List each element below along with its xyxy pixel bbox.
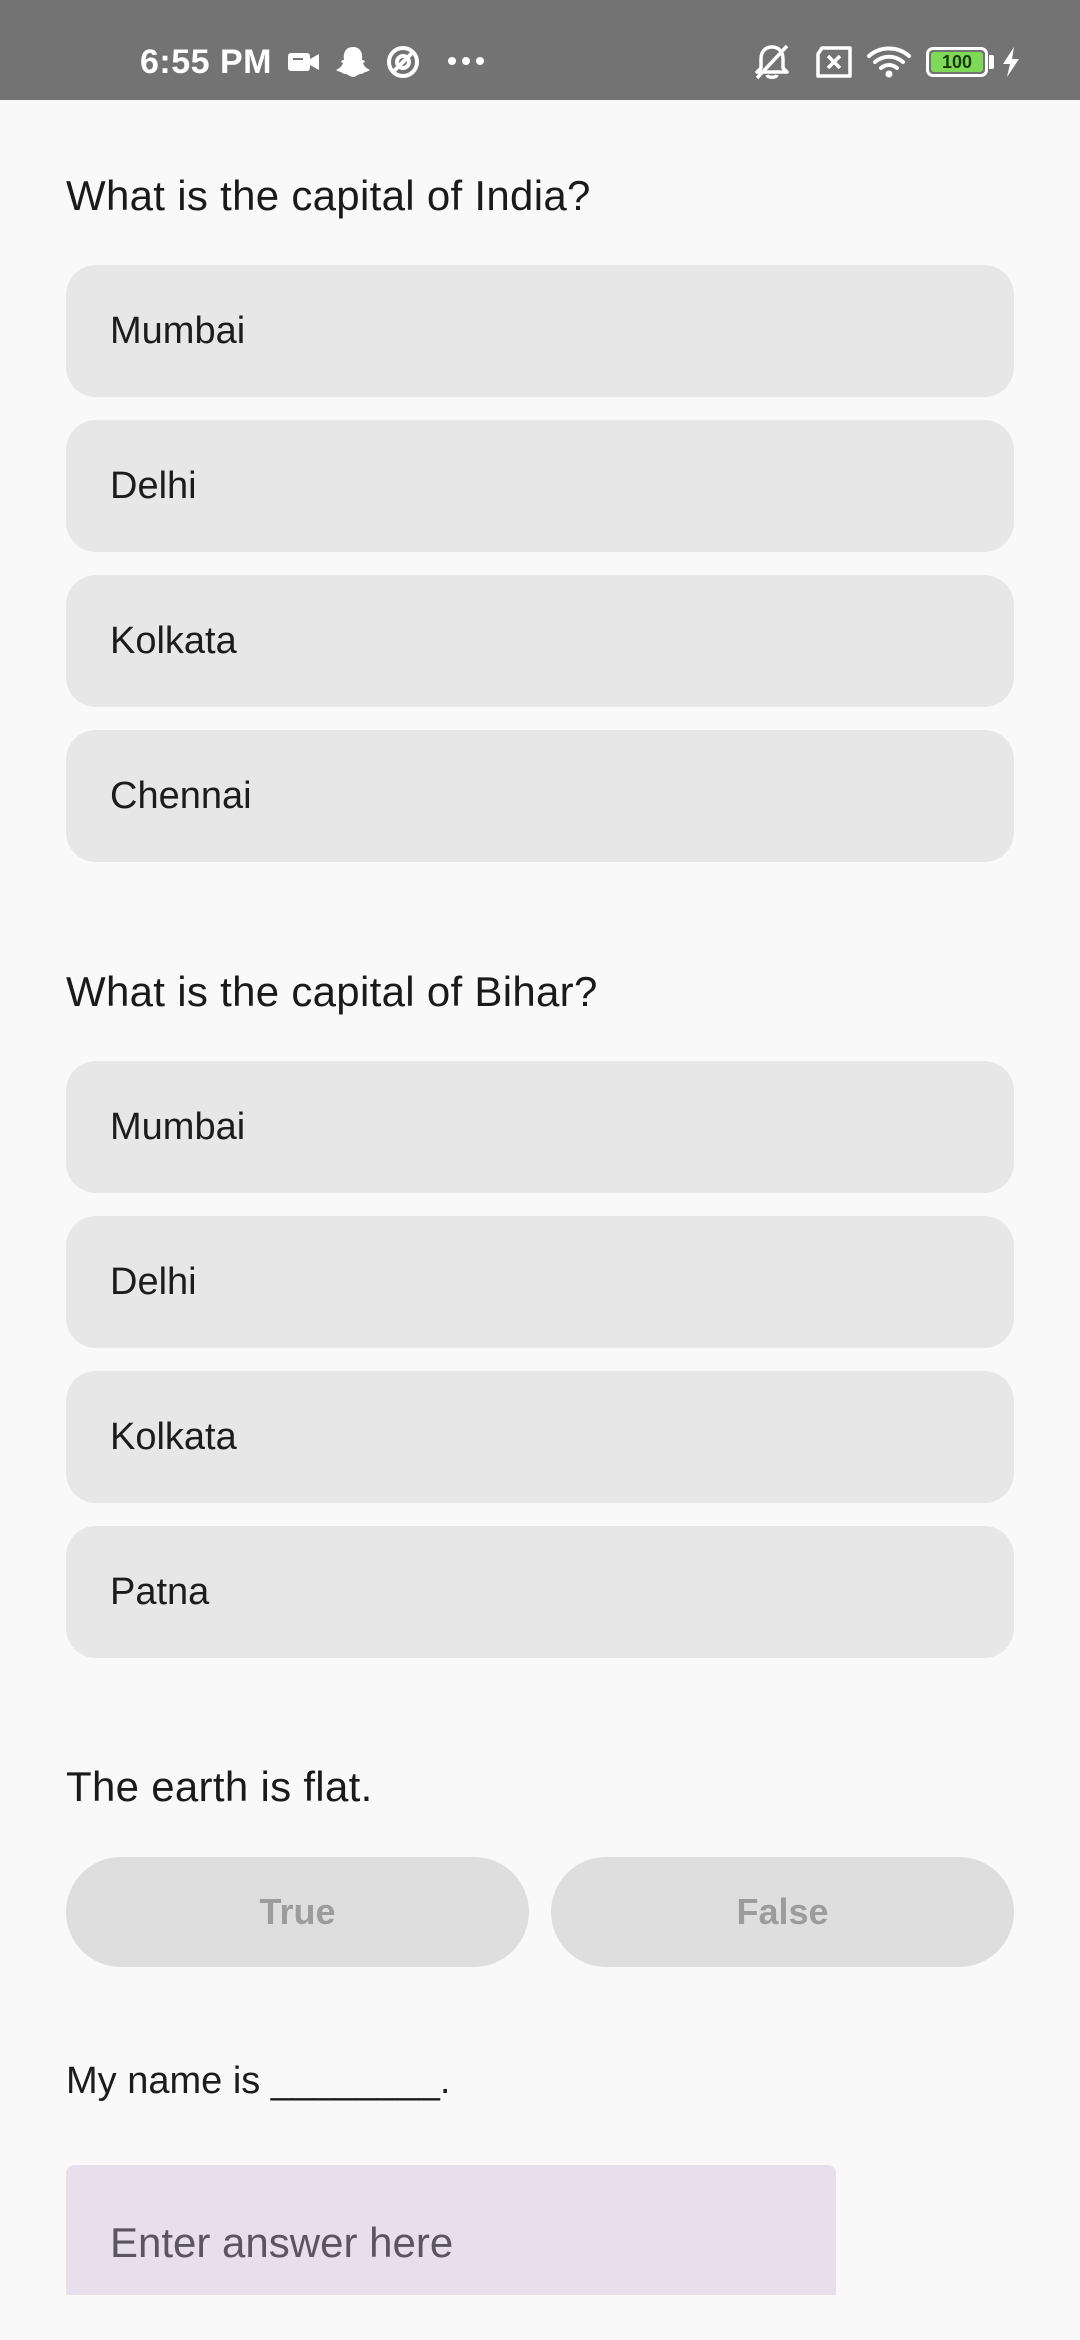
answer-input[interactable]: Enter answer here (66, 2165, 836, 2295)
question-4-prompt: My name is ________. (66, 2060, 451, 2102)
video-call-icon (288, 53, 319, 71)
question-1-title: What is the capital of India? (66, 172, 591, 219)
status-bar: 6:55 PM 100 (0, 0, 1080, 100)
bell-off-icon (755, 44, 789, 80)
vpn-icon (387, 46, 419, 78)
q1-option-delhi[interactable]: Delhi (66, 420, 1014, 552)
no-sim-icon (816, 46, 852, 78)
status-time: 6:55 PM (140, 43, 272, 81)
battery-icon: 100 (926, 47, 988, 77)
question-2-title: What is the capital of Bihar? (66, 968, 598, 1015)
q2-option-delhi[interactable]: Delhi (66, 1216, 1014, 1348)
snapchat-icon (336, 47, 370, 77)
q2-option-kolkata[interactable]: Kolkata (66, 1371, 1014, 1503)
question-3-statement: The earth is flat. (66, 1763, 373, 1810)
q1-option-chennai[interactable]: Chennai (66, 730, 1014, 862)
more-dots-icon (448, 57, 484, 65)
battery-cap (989, 55, 994, 69)
false-button[interactable]: False (551, 1857, 1014, 1967)
q1-option-mumbai[interactable]: Mumbai (66, 265, 1014, 397)
q1-option-kolkata[interactable]: Kolkata (66, 575, 1014, 707)
q2-option-patna[interactable]: Patna (66, 1526, 1014, 1658)
charging-icon (1003, 47, 1019, 77)
true-button[interactable]: True (66, 1857, 529, 1967)
wifi-icon (867, 46, 911, 78)
battery-level: 100 (931, 52, 983, 72)
q2-option-mumbai[interactable]: Mumbai (66, 1061, 1014, 1193)
